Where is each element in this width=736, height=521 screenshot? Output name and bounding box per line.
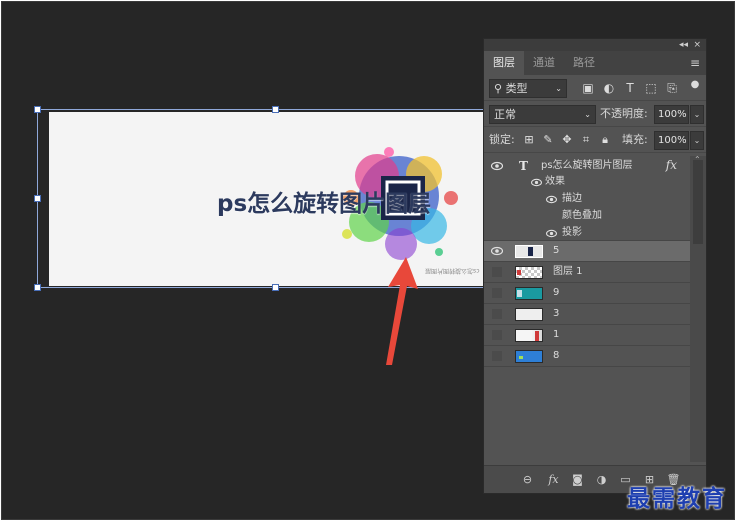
fx-icon[interactable]: fx — [666, 158, 677, 172]
lock-transparent-icon[interactable]: ⊞ — [522, 133, 536, 147]
layers-panel: ◂◂ × 图层 通道 路径 ≡ ⚲ 类型 ⌄ ▣ ◐ T ⬚ ⎘ ● 正常 ⌄ … — [483, 38, 707, 494]
layer-name[interactable]: 3 — [553, 307, 559, 321]
effect-stroke[interactable]: 描边 — [562, 192, 582, 206]
lock-position-icon[interactable]: ✥ — [560, 133, 574, 147]
chevron-down-icon: ⌄ — [555, 84, 562, 93]
eye-icon[interactable] — [531, 178, 542, 187]
layer-name[interactable]: 8 — [553, 349, 559, 363]
layer-thumbnail — [515, 329, 543, 342]
transform-handle-middle-left[interactable] — [34, 195, 41, 202]
layer-row-1[interactable]: 1 — [484, 325, 691, 346]
visibility-toggle[interactable] — [492, 330, 502, 340]
layer-thumbnail — [515, 350, 543, 363]
collapse-panel-icon[interactable]: ◂◂ — [679, 39, 688, 51]
tab-channels[interactable]: 通道 — [524, 51, 564, 75]
shape-filter-icon[interactable]: ⬚ — [643, 80, 659, 96]
fill-label: 填充: — [622, 133, 648, 146]
effect-color-overlay[interactable]: 颜色叠加 — [562, 209, 602, 223]
layer-row-text[interactable]: T ps怎么旋转图片图层 fx 效果 描边 颜色叠加 投影 — [484, 156, 691, 241]
smart-object-filter-icon[interactable]: ⎘ — [664, 80, 680, 96]
red-arrow-annotation — [386, 257, 418, 365]
transform-bounding-box[interactable] — [37, 109, 493, 288]
adjustment-layer-icon[interactable]: ◑ — [594, 472, 609, 487]
fill-dropdown-icon[interactable]: ⌄ — [690, 131, 704, 150]
effect-drop-shadow[interactable]: 投影 — [562, 226, 582, 240]
type-layer-icon: T — [519, 159, 528, 173]
visibility-toggle[interactable] — [492, 267, 502, 277]
layer-row-3[interactable]: 3 — [484, 304, 691, 325]
layer-name[interactable]: 图层 1 — [553, 265, 583, 279]
search-icon: ⚲ — [494, 82, 503, 95]
eye-icon[interactable] — [546, 195, 557, 204]
layers-scrollbar[interactable]: ⌃ — [690, 155, 706, 462]
lock-all-icon[interactable]: 🔒︎ — [598, 133, 612, 147]
visibility-toggle[interactable] — [492, 309, 502, 319]
blend-mode-value: 正常 — [494, 108, 516, 121]
visibility-toggle[interactable] — [492, 351, 502, 361]
close-panel-icon[interactable]: × — [693, 39, 701, 51]
filter-label: 类型 — [505, 82, 528, 95]
chevron-down-icon: ⌄ — [584, 110, 591, 119]
layer-thumbnail — [515, 287, 543, 300]
eye-icon[interactable] — [491, 246, 503, 256]
layer-row-8[interactable]: 8 — [484, 346, 691, 367]
filter-toggle-icon[interactable]: ● — [687, 77, 703, 93]
visibility-toggle[interactable] — [492, 288, 502, 298]
blend-mode-select[interactable]: 正常 ⌄ — [489, 105, 596, 124]
layer-filter-select[interactable]: ⚲ 类型 ⌄ — [489, 79, 567, 98]
transform-handle-bottom-center[interactable] — [272, 284, 279, 291]
layer-row-5[interactable]: 5 — [484, 241, 691, 262]
layer-thumbnail — [515, 266, 543, 279]
layer-name[interactable]: ps怎么旋转图片图层 — [541, 159, 633, 173]
layer-row-9[interactable]: 9 — [484, 283, 691, 304]
tab-layers[interactable]: 图层 — [484, 51, 524, 75]
scrollbar-thumb[interactable] — [693, 160, 703, 244]
layer-name[interactable]: 1 — [553, 328, 559, 342]
lock-row: 锁定: ⊞ ✎ ✥ ⌗ 🔒︎ 填充: 100% ⌄ — [484, 127, 706, 153]
adjustment-filter-icon[interactable]: ◐ — [601, 80, 617, 96]
add-style-fx-icon[interactable]: fx — [546, 472, 561, 487]
lock-label: 锁定: — [489, 133, 515, 146]
watermark-logo-text: 最需教育 — [627, 486, 727, 512]
lock-artboard-icon[interactable]: ⌗ — [579, 133, 593, 147]
app-window: ps怎么旋转图片图层 cs怎么旋转图片图层 ◂◂ × 图层 通道 路径 ≡ ⚲ … — [1, 1, 735, 520]
pixel-filter-icon[interactable]: ▣ — [580, 80, 596, 96]
hamburger-menu-icon[interactable]: ≡ — [690, 56, 700, 70]
blend-mode-row: 正常 ⌄ 不透明度: 100% ⌄ — [484, 101, 706, 127]
layer-row-layer1[interactable]: 图层 1 — [484, 262, 691, 283]
link-layers-icon[interactable]: ⊖ — [520, 472, 535, 487]
opacity-label: 不透明度: — [600, 107, 648, 120]
layers-list: T ps怎么旋转图片图层 fx 效果 描边 颜色叠加 投影 5 图层 1 9 3… — [484, 156, 691, 367]
add-mask-icon[interactable]: ◙ — [570, 472, 585, 487]
fill-input[interactable]: 100% — [654, 131, 689, 150]
transform-handle-top-center[interactable] — [272, 106, 279, 113]
layer-name[interactable]: 5 — [553, 244, 559, 258]
tab-paths[interactable]: 路径 — [564, 51, 604, 75]
type-filter-icon[interactable]: T — [622, 80, 638, 96]
layer-name[interactable]: 9 — [553, 286, 559, 300]
panel-topbar: ◂◂ × — [484, 39, 706, 51]
layer-filter-row: ⚲ 类型 ⌄ ▣ ◐ T ⬚ ⎘ ● — [484, 75, 706, 101]
eye-icon[interactable] — [546, 229, 557, 238]
layer-thumbnail — [515, 308, 543, 321]
lock-brush-icon[interactable]: ✎ — [541, 133, 555, 147]
panel-tabs: 图层 通道 路径 ≡ — [484, 51, 706, 75]
opacity-dropdown-icon[interactable]: ⌄ — [690, 105, 704, 124]
layer-thumbnail — [515, 245, 543, 258]
eye-icon[interactable] — [491, 161, 503, 171]
effects-label[interactable]: 效果 — [545, 175, 565, 189]
opacity-input[interactable]: 100% — [654, 105, 689, 124]
transform-handle-bottom-left[interactable] — [34, 284, 41, 291]
transform-handle-top-left[interactable] — [34, 106, 41, 113]
